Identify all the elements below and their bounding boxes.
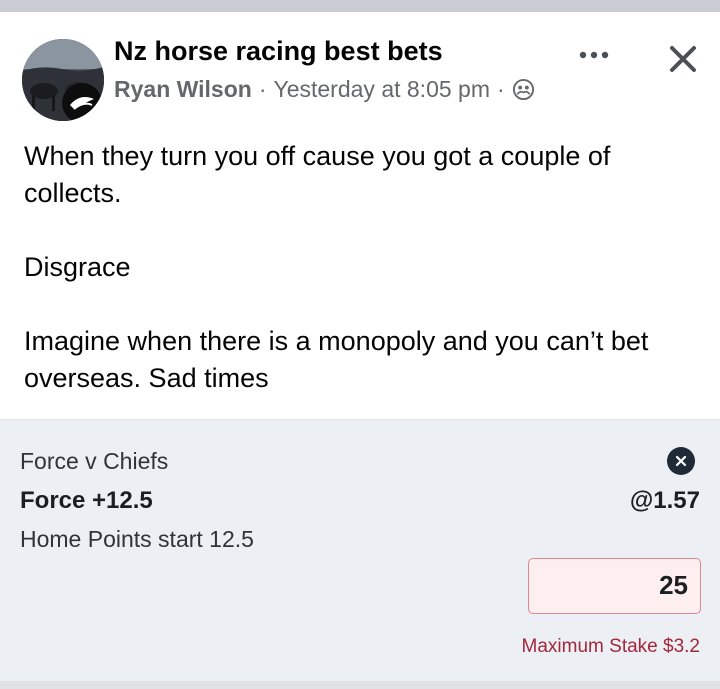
more-options-icon [579,51,609,59]
stake-input[interactable]: 25 [528,558,701,614]
post-header: Nz horse racing best bets Ryan Wilson · … [0,12,720,122]
bottom-divider [0,681,720,689]
meta-separator: · [258,76,267,102]
post-timestamp[interactable]: Yesterday at 8:05 pm [273,76,490,103]
post-paragraph: Imagine when there is a monopoly and you… [24,326,649,393]
remove-bet-icon [675,455,687,467]
top-divider [0,0,720,12]
more-options-button[interactable] [570,40,618,70]
close-icon [670,46,696,72]
group-avatar[interactable] [22,39,104,121]
bet-selection: Force +12.5 [20,487,153,514]
bet-market: Home Points start 12.5 [20,526,254,552]
post-paragraph: When they turn you off cause you got a c… [24,141,611,208]
bet-match-name: Force v Chiefs [20,448,169,474]
remove-bet-button[interactable] [667,447,695,475]
bet-odds: @1.57 [629,487,700,514]
post-paragraph: Disgrace [24,252,131,282]
bet-slip-card: Force v Chiefs Force +12.5 @1.57 Home Po… [0,419,720,681]
post-meta: Ryan Wilson · Yesterday at 8:05 pm · [114,76,535,103]
group-members-icon [512,78,535,101]
close-post-button[interactable] [660,36,706,82]
meta-separator-2: · [497,76,505,102]
horse-racing-photo-icon [22,39,104,121]
author-name[interactable]: Ryan Wilson [114,76,252,103]
max-stake-warning: Maximum Stake $3.2 [521,636,700,657]
group-name[interactable]: Nz horse racing best bets [114,36,443,67]
post-text: When they turn you off cause you got a c… [24,138,704,397]
